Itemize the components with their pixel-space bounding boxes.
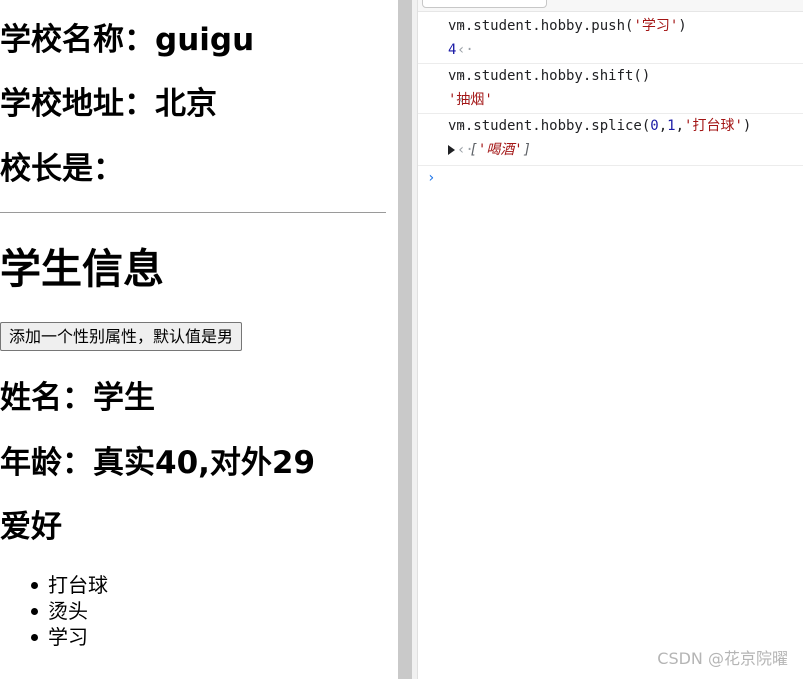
chevron-right-icon: › bbox=[427, 170, 436, 186]
console-result-line[interactable]: ‹· '抽烟' bbox=[448, 88, 803, 112]
toolbar-filter-pill[interactable] bbox=[422, 0, 547, 8]
console-entry: › vm.student.hobby.shift() ‹· '抽烟' bbox=[418, 64, 803, 114]
command-string-arg: '学习' bbox=[633, 18, 679, 34]
bullet-icon bbox=[31, 634, 38, 641]
result-number: 4 bbox=[448, 42, 457, 58]
list-item: 打台球 bbox=[0, 572, 108, 598]
pane-splitter[interactable] bbox=[398, 0, 412, 679]
student-info-title: 学生信息 bbox=[0, 245, 164, 293]
list-item: 学习 bbox=[0, 624, 108, 650]
array-close-bracket: ] bbox=[522, 142, 532, 158]
devtools-console: › vm.student.hobby.push('学习') ‹· 4 › vm.… bbox=[418, 0, 803, 679]
hobby-item-label: 学习 bbox=[48, 625, 88, 649]
console-result-line[interactable]: ‹· 4 bbox=[448, 38, 803, 62]
add-gender-button[interactable]: 添加一个性别属性，默认值是男 bbox=[0, 322, 243, 351]
app-root: 学校名称：guigu 学校地址：北京 校长是： 学生信息 添加一个性别属性，默认… bbox=[0, 0, 803, 679]
array-item: '喝酒' bbox=[477, 142, 523, 158]
command-text: vm.student.hobby.shift() bbox=[448, 68, 651, 84]
chevron-right-icon: › bbox=[457, 18, 466, 34]
chevron-right-icon: › bbox=[457, 118, 466, 134]
back-arrow-icon: ‹· bbox=[457, 92, 474, 108]
command-arg-2: '打台球' bbox=[684, 118, 743, 134]
principal-heading: 校长是： bbox=[0, 151, 124, 187]
back-arrow-icon: ‹· bbox=[457, 42, 474, 58]
student-name-heading: 姓名：学生 bbox=[0, 380, 155, 416]
console-result-line[interactable]: ‹· ['喝酒'] bbox=[448, 138, 803, 162]
back-arrow-icon: ‹· bbox=[457, 142, 474, 158]
student-age-heading: 年龄：真实40,对外29 bbox=[0, 445, 316, 481]
bullet-icon bbox=[31, 582, 38, 589]
bullet-icon bbox=[31, 608, 38, 615]
console-entry: › vm.student.hobby.splice(0,1,'打台球') ‹· … bbox=[418, 114, 803, 166]
left-page: 学校名称：guigu 学校地址：北京 校长是： 学生信息 添加一个性别属性，默认… bbox=[0, 0, 398, 679]
console-entry: › vm.student.hobby.push('学习') ‹· 4 bbox=[418, 14, 803, 64]
list-item: 烫头 bbox=[0, 598, 108, 624]
command-suffix: ) bbox=[742, 118, 752, 134]
hobby-title: 爱好 bbox=[0, 509, 62, 545]
hobby-item-label: 打台球 bbox=[48, 573, 108, 597]
command-comma: , bbox=[675, 118, 685, 134]
command-prefix: vm.student.hobby.splice( bbox=[448, 118, 651, 134]
command-comma: , bbox=[658, 118, 668, 134]
command-arg-0: 0 bbox=[650, 118, 659, 134]
console-input-line[interactable]: › bbox=[418, 166, 803, 190]
hobby-list: 打台球 烫头 学习 bbox=[0, 572, 108, 650]
school-name-heading: 学校名称：guigu bbox=[0, 22, 255, 58]
console-command-line[interactable]: › vm.student.hobby.shift() bbox=[448, 64, 803, 88]
console-command-line[interactable]: › vm.student.hobby.splice(0,1,'打台球') bbox=[448, 114, 803, 138]
hobby-item-label: 烫头 bbox=[48, 599, 88, 623]
command-prefix: vm.student.hobby.push( bbox=[448, 18, 634, 34]
triangle-right-icon[interactable] bbox=[448, 145, 455, 155]
command-suffix: ) bbox=[678, 18, 687, 34]
command-arg-1: 1 bbox=[667, 118, 676, 134]
console-toolbar-cutoff bbox=[418, 0, 803, 12]
chevron-right-icon: › bbox=[457, 68, 466, 84]
divider bbox=[0, 212, 386, 213]
school-address-heading: 学校地址：北京 bbox=[0, 86, 217, 122]
console-command-line[interactable]: › vm.student.hobby.push('学习') bbox=[448, 14, 803, 38]
watermark: CSDN @花京院曜 bbox=[657, 649, 788, 668]
